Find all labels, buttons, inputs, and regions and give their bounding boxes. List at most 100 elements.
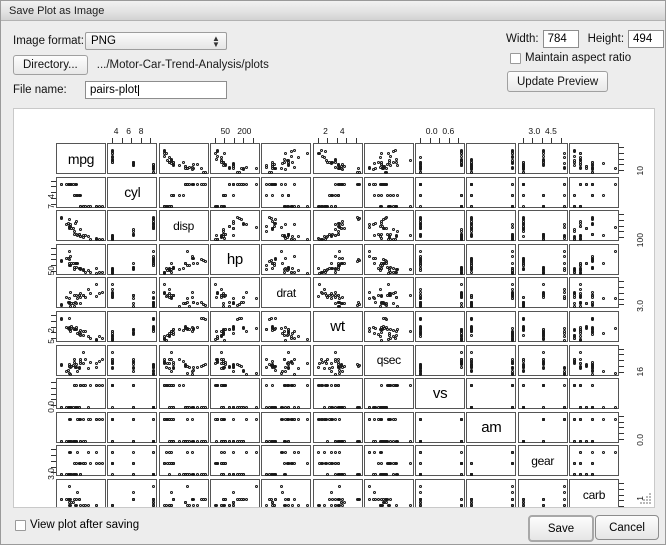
data-point xyxy=(81,503,85,507)
axis-tick-label: 4 xyxy=(339,126,345,136)
save-button[interactable]: Save xyxy=(528,515,594,542)
pairs-panel-drat-vs-hp xyxy=(261,243,312,275)
plot-preview-panel[interactable]: mpg cyl disp hp drat wt qsec vs am gear carb 4 6 8 50 2… xyxy=(13,108,655,508)
pairs-panel-carb-vs-wt xyxy=(569,311,619,342)
data-point xyxy=(265,182,269,186)
file-name-input[interactable]: pairs-plot xyxy=(85,81,227,99)
maintain-aspect-checkbox[interactable] xyxy=(510,52,521,64)
data-point xyxy=(521,406,525,410)
update-preview-button[interactable]: Update Preview xyxy=(507,71,609,92)
data-point xyxy=(306,503,310,507)
data-point xyxy=(152,417,156,421)
data-point xyxy=(340,497,344,501)
resize-grip[interactable] xyxy=(640,493,652,505)
pairs-panel-vs-vs-wt xyxy=(415,311,466,342)
pairs-panel-wt-vs-mpg xyxy=(312,143,363,174)
data-point xyxy=(84,439,88,443)
data-point xyxy=(329,451,333,455)
data-point xyxy=(76,451,80,455)
data-point xyxy=(511,225,515,229)
data-point xyxy=(336,497,340,501)
data-point xyxy=(81,350,85,354)
width-input[interactable]: 784 xyxy=(542,30,579,48)
data-point xyxy=(254,166,258,170)
axis-tick xyxy=(51,186,56,188)
data-point xyxy=(296,335,300,339)
data-point xyxy=(562,491,566,495)
data-point xyxy=(222,417,226,421)
data-point xyxy=(419,166,423,170)
data-point xyxy=(167,417,171,421)
data-point xyxy=(131,417,135,421)
data-point xyxy=(511,297,515,301)
axis-tick xyxy=(243,138,245,143)
data-point xyxy=(372,331,376,335)
view-after-saving-label: View plot after saving xyxy=(30,519,140,531)
data-point xyxy=(111,339,115,342)
data-point xyxy=(372,262,376,266)
pairs-panel-disp-vs-drat xyxy=(158,277,209,309)
data-point xyxy=(368,485,372,488)
data-point xyxy=(614,451,617,455)
data-point xyxy=(367,497,371,501)
data-point xyxy=(521,262,525,266)
data-point xyxy=(329,417,333,421)
image-format-select[interactable]: PNG ▲ ▼ xyxy=(85,32,227,50)
data-point xyxy=(228,305,232,309)
pairs-panel-cyl-vs-am xyxy=(107,411,158,443)
data-point xyxy=(329,491,333,495)
data-point xyxy=(323,268,327,272)
cancel-button[interactable]: Cancel xyxy=(595,515,659,540)
data-point xyxy=(389,164,393,168)
data-point xyxy=(222,503,226,507)
data-point xyxy=(372,193,376,197)
pairs-panel-drat-vs-am xyxy=(261,411,312,443)
data-point xyxy=(578,160,582,164)
data-point xyxy=(167,358,171,362)
data-point xyxy=(521,503,525,507)
data-point xyxy=(470,384,474,388)
data-point xyxy=(584,406,588,410)
data-point xyxy=(241,473,245,477)
axis-tick xyxy=(619,354,624,356)
data-point xyxy=(60,473,63,477)
data-point xyxy=(368,406,372,410)
data-point xyxy=(75,220,79,224)
data-point xyxy=(389,336,393,340)
data-point xyxy=(68,225,72,229)
pairs-panel-hp-vs-qsec xyxy=(209,344,260,376)
data-point xyxy=(111,406,115,410)
data-point xyxy=(68,182,72,186)
maintain-aspect-row[interactable]: Maintain aspect ratio xyxy=(510,52,631,64)
height-input[interactable]: 494 xyxy=(628,30,665,48)
data-point xyxy=(573,292,576,295)
pairs-panel-gear-vs-disp xyxy=(517,210,568,242)
data-point xyxy=(94,271,98,275)
data-point xyxy=(215,336,219,340)
data-point xyxy=(602,296,606,300)
data-point xyxy=(94,204,98,208)
data-point xyxy=(419,225,423,229)
view-after-saving-row[interactable]: View plot after saving xyxy=(15,519,139,531)
data-point xyxy=(254,406,258,410)
data-point xyxy=(408,462,412,466)
data-point xyxy=(394,333,398,337)
chevron-updown-icon[interactable]: ▲ ▼ xyxy=(210,34,222,49)
data-point xyxy=(84,295,88,299)
data-point xyxy=(290,503,294,507)
view-after-saving-checkbox[interactable] xyxy=(15,519,26,531)
axis-tick xyxy=(51,449,56,451)
data-point xyxy=(81,439,85,443)
pairs-panel-disp-vs-gear xyxy=(158,445,209,477)
data-point xyxy=(578,361,582,365)
axis-tick-label: 50 xyxy=(46,266,56,276)
data-point xyxy=(521,220,525,224)
data-point xyxy=(167,331,171,335)
data-point xyxy=(470,503,474,507)
data-point xyxy=(408,384,412,388)
data-point xyxy=(271,162,275,166)
data-point xyxy=(542,417,546,421)
data-point xyxy=(333,417,337,421)
directory-button[interactable]: Directory... xyxy=(13,55,88,75)
data-point xyxy=(178,163,182,167)
